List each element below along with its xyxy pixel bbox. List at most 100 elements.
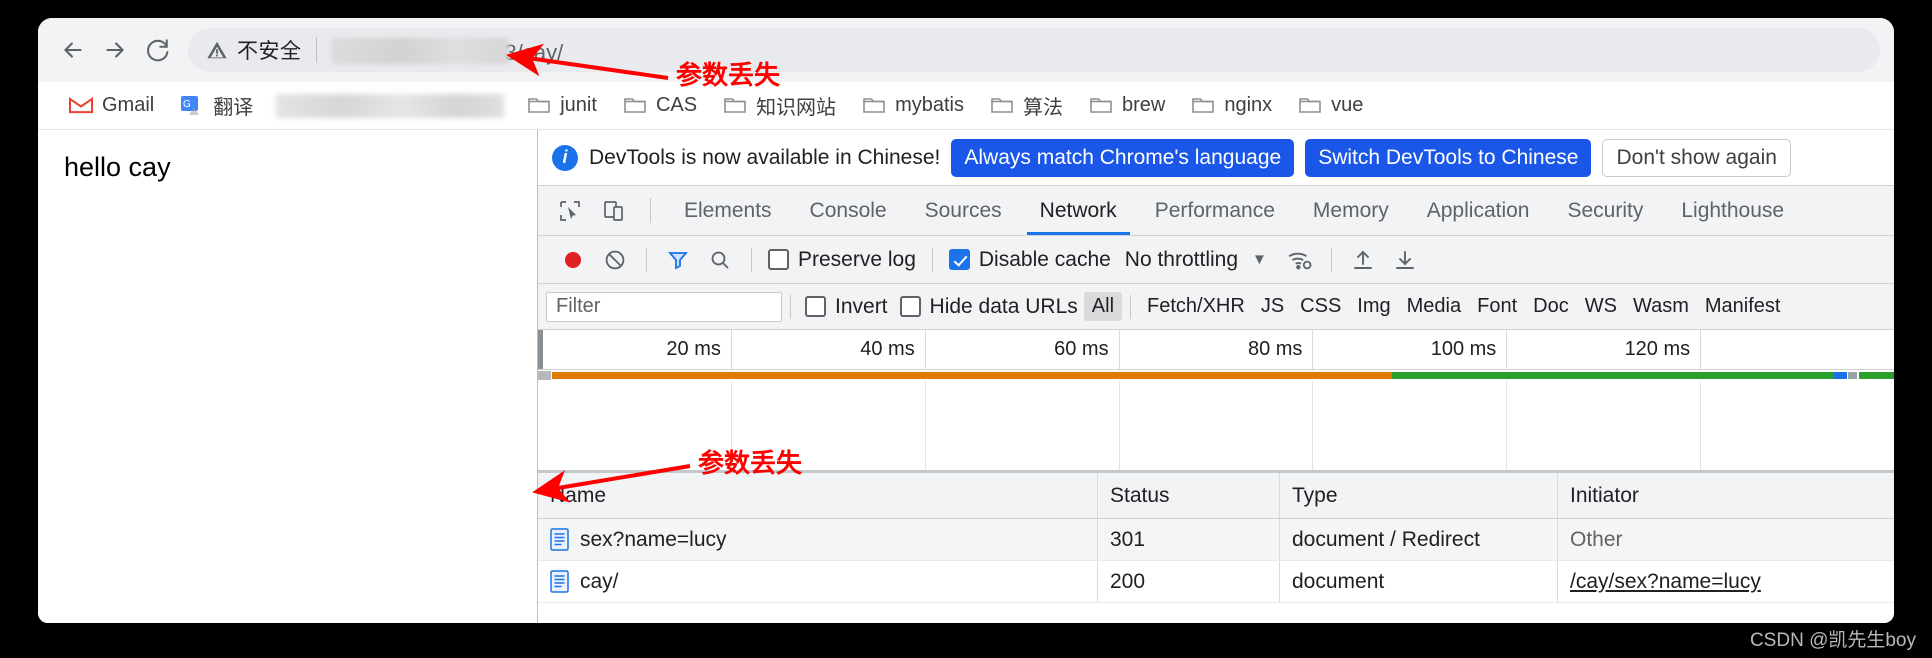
overview-bar-gray [1847, 372, 1858, 379]
filter-type-js[interactable]: JS [1253, 292, 1292, 321]
filter-type-doc[interactable]: Doc [1525, 292, 1577, 321]
filter-type-css[interactable]: CSS [1292, 292, 1349, 321]
devtools-language-banner: i DevTools is now available in Chinese! … [538, 130, 1894, 186]
table-row[interactable]: sex?name=lucy 301 document / Redirect Ot… [538, 519, 1894, 561]
filter-type-font[interactable]: Font [1469, 292, 1525, 321]
tick-label: 20 ms [538, 330, 732, 369]
device-toolbar-icon[interactable] [592, 186, 636, 235]
filterbar-divider [790, 294, 791, 319]
filter-type-wasm[interactable]: Wasm [1625, 292, 1697, 321]
filter-input[interactable] [546, 291, 782, 322]
filter-type-img[interactable]: Img [1349, 292, 1398, 321]
overview-left-handle[interactable] [538, 330, 543, 369]
column-header-type[interactable]: Type [1280, 473, 1558, 518]
tab-elements[interactable]: Elements [665, 186, 791, 235]
chevron-down-icon[interactable]: ▼ [1252, 251, 1267, 268]
tab-console[interactable]: Console [791, 186, 906, 235]
devtools-tabbar: Elements Console Sources Network Perform… [538, 186, 1894, 236]
bookmark-redacted[interactable] [276, 93, 505, 118]
filter-type-fetch-xhr[interactable]: Fetch/XHR [1139, 292, 1253, 321]
network-conditions-icon[interactable] [1279, 239, 1321, 281]
screenshot-root: 不安全 3/cay/ Gmail G 翻译 junit CAS 知识网站 myb… [0, 0, 1932, 658]
filter-type-all[interactable]: All [1083, 292, 1123, 321]
omnibox-divider [315, 37, 317, 63]
filter-type-manifest[interactable]: Manifest [1697, 292, 1789, 321]
banner-message: DevTools is now available in Chinese! [589, 145, 941, 169]
bookmark-translate[interactable]: G 翻译 [167, 88, 266, 124]
switch-devtools-language-button[interactable]: Switch DevTools to Chinese [1305, 138, 1592, 177]
tick-label: 120 ms [1507, 330, 1702, 369]
record-icon[interactable] [552, 239, 594, 281]
cell-name: sex?name=lucy [538, 519, 1098, 560]
document-icon [550, 570, 569, 593]
back-icon[interactable] [52, 29, 94, 71]
column-header-initiator[interactable]: Initiator [1558, 473, 1894, 518]
bookmark-gmail[interactable]: Gmail [56, 88, 167, 124]
bookmark-brew[interactable]: brew [1076, 88, 1178, 124]
bookmark-label: Gmail [102, 94, 155, 116]
bookmark-label: 翻译 [213, 97, 254, 119]
column-header-status[interactable]: Status [1098, 473, 1280, 518]
import-har-icon[interactable] [1342, 239, 1384, 281]
svg-text:G: G [183, 99, 191, 110]
reload-icon[interactable] [136, 29, 178, 71]
bookmark-label: vue [1331, 94, 1364, 116]
not-secure-warning-icon [206, 39, 228, 61]
filter-type-media[interactable]: Media [1399, 292, 1469, 321]
bookmark-label: 算法 [1022, 97, 1063, 119]
bookmark-cas[interactable]: CAS [610, 88, 710, 124]
forward-icon[interactable] [94, 29, 136, 71]
dont-show-again-button[interactable]: Don't show again [1602, 138, 1791, 177]
tab-sources[interactable]: Sources [906, 186, 1021, 235]
toolbar-divider [646, 247, 647, 272]
throttling-select-value[interactable]: No throttling [1117, 248, 1238, 272]
overview-grip[interactable] [538, 371, 551, 380]
overview-cell [1507, 381, 1702, 470]
invert-checkbox[interactable]: Invert [799, 295, 894, 319]
tab-lighthouse[interactable]: Lighthouse [1662, 186, 1803, 235]
search-icon[interactable] [699, 239, 741, 281]
toolbar-divider [751, 247, 752, 272]
bookmarks-bar: Gmail G 翻译 junit CAS 知识网站 mybatis 算法 bre… [38, 82, 1894, 130]
folder-icon [723, 96, 747, 115]
tab-network[interactable]: Network [1021, 186, 1136, 235]
toolbar-divider [1330, 247, 1332, 272]
filter-type-ws[interactable]: WS [1577, 292, 1625, 321]
tick-label: 60 ms [926, 330, 1120, 369]
bookmark-nginx[interactable]: nginx [1178, 88, 1285, 124]
bookmark-junit[interactable]: junit [514, 88, 610, 124]
content-split: hello cay i DevTools is now available in… [38, 130, 1894, 623]
bookmark-knowledge-sites[interactable]: 知识网站 [710, 88, 849, 124]
cell-status: 200 [1098, 561, 1280, 602]
cell-type: document / Redirect [1280, 519, 1558, 560]
bookmark-mybatis[interactable]: mybatis [849, 88, 977, 124]
folder-icon [1089, 96, 1113, 115]
bookmark-vue[interactable]: vue [1285, 88, 1376, 124]
always-match-language-button[interactable]: Always match Chrome's language [951, 138, 1295, 177]
checkbox-box [899, 296, 921, 317]
tab-security[interactable]: Security [1548, 186, 1662, 235]
clear-icon[interactable] [594, 239, 636, 281]
request-initiator-link[interactable]: /cay/sex?name=lucy [1570, 570, 1761, 594]
column-header-name[interactable]: Name [538, 473, 1098, 518]
checkbox-box [805, 296, 826, 317]
folder-icon [862, 96, 886, 115]
bookmark-algorithms[interactable]: 算法 [977, 88, 1076, 124]
folder-icon [527, 96, 551, 115]
tab-performance[interactable]: Performance [1136, 186, 1294, 235]
preserve-log-checkbox[interactable]: Preserve log [762, 248, 922, 272]
inspect-element-icon[interactable] [548, 186, 592, 235]
export-har-icon[interactable] [1384, 239, 1426, 281]
disable-cache-checkbox[interactable]: Disable cache [943, 248, 1117, 272]
filter-icon[interactable] [657, 239, 699, 281]
bookmark-label: nginx [1224, 94, 1273, 116]
table-row[interactable]: cay/ 200 document /cay/sex?name=lucy [538, 561, 1894, 603]
bookmark-label: mybatis [895, 94, 964, 116]
url-redacted-block [330, 38, 509, 64]
security-status-label: 不安全 [237, 40, 302, 63]
address-bar[interactable]: 不安全 3/cay/ [188, 28, 1880, 72]
tab-memory[interactable]: Memory [1294, 186, 1408, 235]
hide-data-urls-checkbox[interactable]: Hide data URLs [894, 295, 1084, 319]
overview-cell [926, 381, 1120, 470]
tab-application[interactable]: Application [1408, 186, 1549, 235]
